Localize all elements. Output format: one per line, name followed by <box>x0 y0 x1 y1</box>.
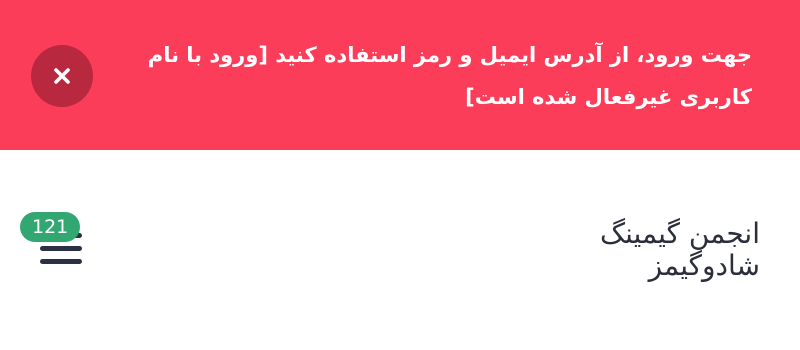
site-title[interactable]: انجمن گیمینگ شادوگیمز <box>440 218 760 282</box>
close-icon <box>54 68 70 84</box>
close-notice-button[interactable] <box>31 45 93 107</box>
hamburger-bar <box>40 259 82 264</box>
login-notice-banner: جهت ورود، از آدرس ایمیل و رمز استفاده کن… <box>0 0 800 150</box>
notification-count-badge: 121 <box>20 212 81 242</box>
site-header: انجمن گیمینگ شادوگیمز 121 <box>0 150 800 350</box>
login-notice-message: جهت ورود، از آدرس ایمیل و رمز استفاده کن… <box>147 43 752 109</box>
hamburger-bar <box>40 246 82 251</box>
site-title-line-2: شادوگیمز <box>648 249 760 282</box>
page: جهت ورود، از آدرس ایمیل و رمز استفاده کن… <box>0 0 800 350</box>
site-title-line-1: انجمن گیمینگ <box>600 217 760 250</box>
